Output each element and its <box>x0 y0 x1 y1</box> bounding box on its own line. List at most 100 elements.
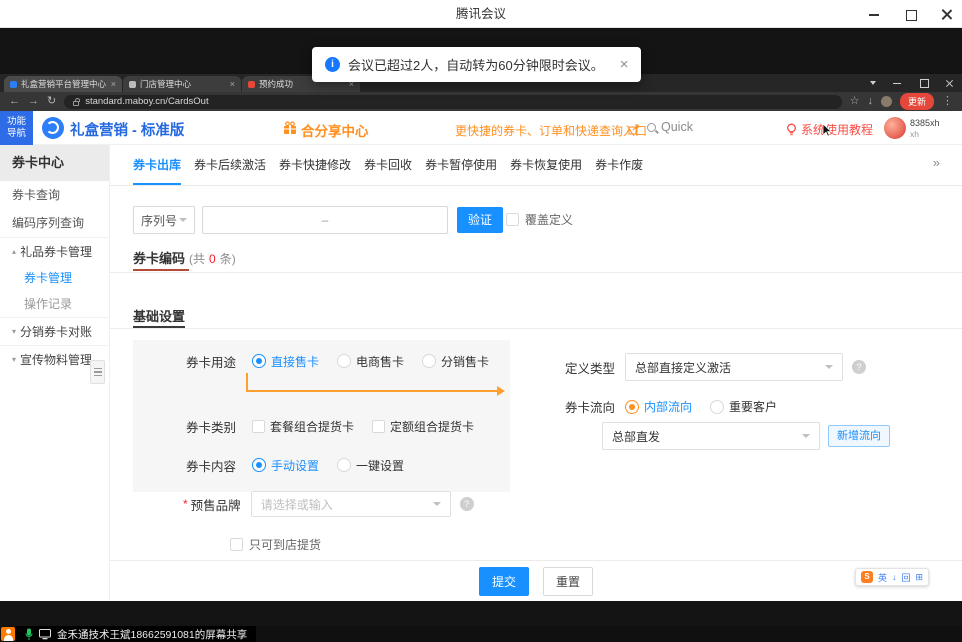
radio-vip-customer[interactable]: 重要客户 <box>710 398 777 415</box>
back-icon[interactable]: ← <box>9 96 20 107</box>
refresh-icon[interactable]: ↻ <box>47 96 56 107</box>
tab-search-chevron-icon[interactable] <box>870 81 876 85</box>
browser-update-button[interactable]: 更新 <box>900 93 934 110</box>
radio-ecommerce-sale[interactable]: 电商售卡 <box>337 353 404 370</box>
basic-settings-panel: 券卡用途 直接售卡 电商售卡 分销售卡 <box>133 340 920 492</box>
function-nav-toggle[interactable]: 功能 导航 <box>0 111 33 145</box>
translate-icon[interactable]: 英 <box>878 571 887 584</box>
override-checkbox[interactable] <box>506 213 519 226</box>
flow-select-row: 总部直发 新增流向 <box>602 422 890 450</box>
serial-select[interactable]: 序列号 <box>133 206 195 234</box>
codes-count: 0 <box>209 252 216 266</box>
tab-card-resume[interactable]: 券卡恢复使用 <box>510 145 582 185</box>
grid-icon[interactable]: ⊞ <box>916 572 924 583</box>
browser-menu-icon[interactable]: ⋮ <box>942 96 953 107</box>
app-header: 功能 导航 礼盒营销 - 标准版 合分享中心 更快捷的券卡、订单和快递查询入口 … <box>0 111 962 145</box>
reset-button[interactable]: 重置 <box>543 567 593 596</box>
verify-button[interactable]: 验证 <box>457 207 503 233</box>
override-checkbox-row[interactable]: 覆盖定义 <box>506 211 573 228</box>
sidebar-group-gift-cards[interactable]: ▴ 礼品券卡管理 <box>0 237 109 265</box>
tab-favicon <box>248 81 255 88</box>
sidebar-item-card-manage[interactable]: 券卡管理 <box>0 265 109 291</box>
toast-close-icon[interactable]: × <box>620 56 629 73</box>
browser-profile-icon[interactable] <box>881 96 892 107</box>
share-center-link[interactable]: 合分享中心 <box>301 120 369 140</box>
nav-toggle-line2: 导航 <box>7 128 26 140</box>
microphone-icon <box>25 628 33 641</box>
tab-card-recycle[interactable]: 券卡回收 <box>364 145 412 185</box>
radio-selected-icon[interactable] <box>252 458 266 472</box>
add-flow-button[interactable]: 新增流向 <box>828 425 890 447</box>
help-icon[interactable]: ? <box>852 360 866 374</box>
radio-icon[interactable] <box>710 400 724 414</box>
user-avatar[interactable] <box>884 117 906 139</box>
bookmark-star-icon[interactable]: ☆ <box>850 96 860 107</box>
radio-distribution-sale[interactable]: 分销售卡 <box>422 353 489 370</box>
radio-icon[interactable] <box>337 458 351 472</box>
chevron-down-icon <box>802 434 810 438</box>
tab-card-quick-edit[interactable]: 券卡快捷修改 <box>279 145 351 185</box>
store-only-row[interactable]: 只可到店提货 <box>230 536 321 553</box>
maximize-icon[interactable] <box>904 8 916 20</box>
minimize-icon[interactable] <box>868 8 880 20</box>
browser-minimize-icon[interactable] <box>893 79 902 88</box>
serial-range-input[interactable]: – <box>202 206 448 234</box>
browser-maximize-icon[interactable] <box>919 79 928 88</box>
sidebar-group-distribution[interactable]: ▾ 分销券卡对账 <box>0 317 109 345</box>
checkbox-icon[interactable] <box>252 420 265 433</box>
presale-brand-select[interactable]: 请选择或输入 <box>251 491 451 517</box>
radio-internal-flow[interactable]: 内部流向 <box>625 398 692 415</box>
tab-card-void[interactable]: 券卡作废 <box>595 145 643 185</box>
collapse-panel-button[interactable]: » <box>933 155 940 170</box>
tab-card-activate[interactable]: 券卡后续激活 <box>194 145 266 185</box>
sidebar-item-card-query[interactable]: 券卡查询 <box>0 181 109 209</box>
meeting-taskbar-icon[interactable] <box>1 627 15 641</box>
extension-logo-icon[interactable]: S <box>861 571 873 583</box>
history-icon[interactable]: 回 <box>902 571 911 584</box>
radio-direct-sale[interactable]: 直接售卡 <box>252 353 319 370</box>
radio-selected-icon[interactable] <box>252 354 266 368</box>
radio-one-click-setting[interactable]: 一键设置 <box>337 457 404 474</box>
sidebar-item-op-records[interactable]: 操作记录 <box>0 291 109 317</box>
download-icon[interactable]: ↓ <box>892 572 897 582</box>
checkbox-fixed-combo-card[interactable]: 定额组合提货卡 <box>372 418 474 435</box>
usage-row: 券卡用途 直接售卡 电商售卡 分销售卡 <box>186 347 507 375</box>
tab-card-suspend[interactable]: 券卡暂停使用 <box>425 145 497 185</box>
sidebar-collapse-handle[interactable] <box>90 360 105 384</box>
tab-card-outbound[interactable]: 券卡出库 <box>133 145 181 185</box>
help-icon[interactable]: ? <box>460 497 474 511</box>
radio-label: 重要客户 <box>729 398 777 415</box>
sidebar-item-code-query[interactable]: 编码序列查询 <box>0 209 109 237</box>
tab-close-icon[interactable]: × <box>230 79 235 89</box>
chevron-down-icon <box>433 502 441 506</box>
search-icon <box>647 123 656 132</box>
radio-selected-icon[interactable] <box>625 400 639 414</box>
app-brand-title: 礼盒营销 - 标准版 <box>70 119 184 140</box>
nav-toggle-line1: 功能 <box>7 116 26 128</box>
quick-entry-link[interactable]: 更快捷的券卡、订单和快递查询入口 <box>455 122 647 139</box>
browser-tab-store[interactable]: 门店管理中心 × <box>123 76 241 92</box>
codes-underline <box>133 269 189 271</box>
quick-search[interactable]: Quick <box>647 120 693 134</box>
flow-select[interactable]: 总部直发 <box>602 422 820 450</box>
checkbox-icon[interactable] <box>372 420 385 433</box>
browser-close-icon[interactable] <box>945 79 954 88</box>
presale-brand-placeholder: 请选择或输入 <box>261 496 333 513</box>
browser-tab-marketing[interactable]: 礼盒营销平台管理中心 × <box>4 76 122 92</box>
forward-icon[interactable]: → <box>28 96 39 107</box>
checkbox-combo-card[interactable]: 套餐组合提货卡 <box>252 418 354 435</box>
download-icon[interactable]: ↓ <box>867 96 873 107</box>
url-input[interactable]: standard.maboy.cn/CardsOut <box>64 95 841 109</box>
radio-label: 电商售卡 <box>356 353 404 370</box>
web-page: 功能 导航 礼盒营销 - 标准版 合分享中心 更快捷的券卡、订单和快递查询入口 … <box>0 111 962 601</box>
tab-close-icon[interactable]: × <box>111 79 116 89</box>
radio-icon[interactable] <box>422 354 436 368</box>
radio-manual-setting[interactable]: 手动设置 <box>252 457 319 474</box>
close-icon[interactable] <box>940 8 952 20</box>
def-type-select[interactable]: 总部直接定义激活 <box>625 353 843 381</box>
meeting-title: 腾讯会议 <box>0 0 962 28</box>
radio-icon[interactable] <box>337 354 351 368</box>
divider <box>110 328 962 329</box>
submit-button[interactable]: 提交 <box>479 567 529 596</box>
store-only-checkbox[interactable] <box>230 538 243 551</box>
